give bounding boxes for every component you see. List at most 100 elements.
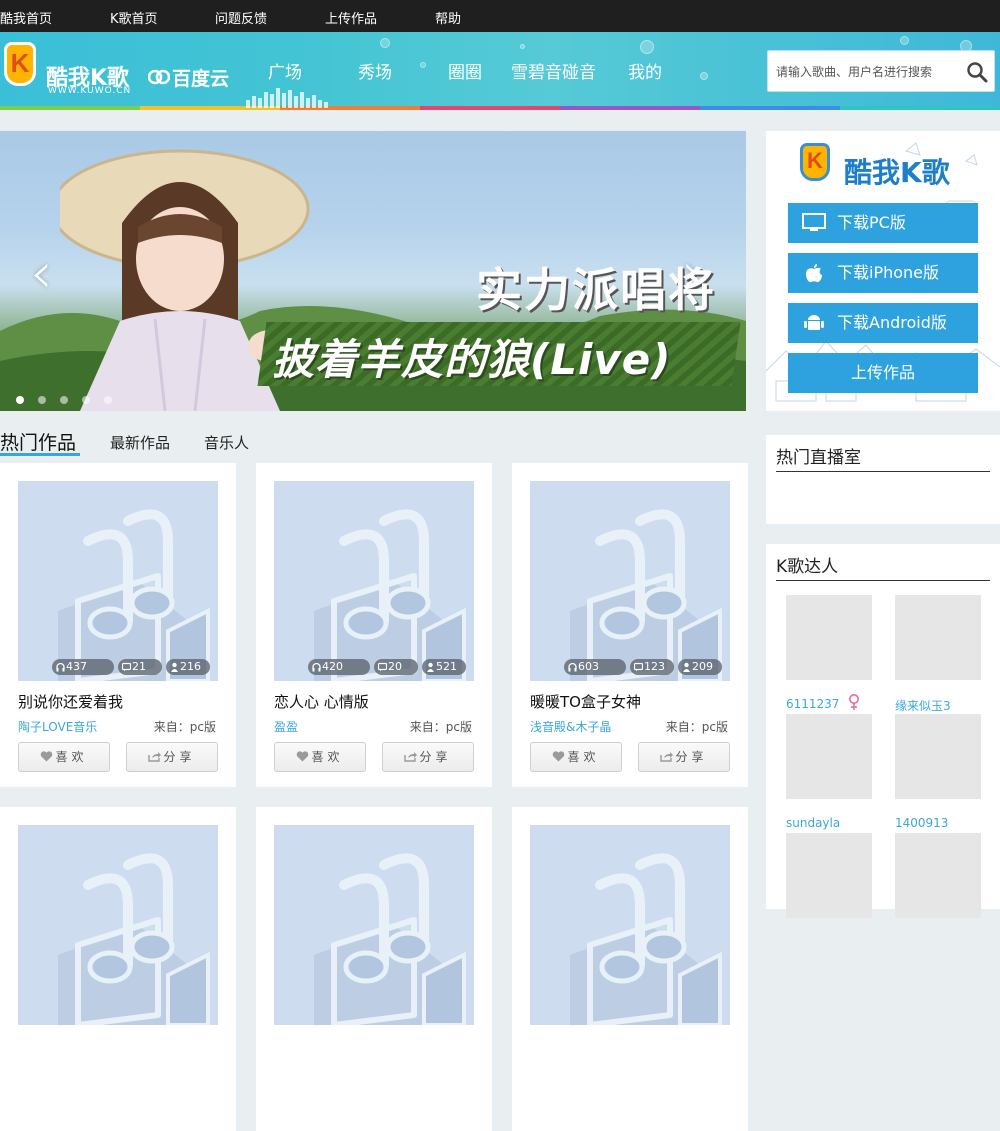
comment-count-badge: 123 <box>630 659 674 675</box>
work-title[interactable]: 恋人心 心情版 <box>274 691 369 712</box>
star-user[interactable]: sundayla <box>786 714 872 830</box>
banner-dot[interactable] <box>38 396 46 404</box>
star-user[interactable]: 6111237 <box>786 595 872 711</box>
avatar[interactable] <box>786 595 872 680</box>
like-label: 喜欢 <box>55 750 88 764</box>
tab-latest-works[interactable]: 最新作品 <box>110 432 170 453</box>
topbar-link-feedback[interactable]: 问题反馈 <box>215 8 267 27</box>
android-icon <box>804 315 824 330</box>
topbar-link-kge-home[interactable]: K歌首页 <box>110 8 158 27</box>
download-android-button[interactable]: 下载Android版 <box>788 303 978 343</box>
share-button[interactable]: 分享 <box>382 742 474 772</box>
share-label: 分享 <box>675 750 708 764</box>
work-cover[interactable] <box>274 481 474 681</box>
work-card[interactable]: 420 20 521 恋人心 心情版 盈盈 来自：pc版 喜欢 分享 <box>256 463 492 787</box>
like-button[interactable]: 喜欢 <box>530 742 622 772</box>
work-author[interactable]: 陶子LOVE音乐 <box>18 718 97 735</box>
banner-title-line2: 披着羊皮的狼(Live) <box>272 335 672 384</box>
top-bar: 酷我首页 K歌首页 问题反馈 上传作品 帮助 <box>0 0 1000 32</box>
star-user[interactable]: 1400913 <box>895 714 981 830</box>
download-iphone-button[interactable]: 下载iPhone版 <box>788 253 978 293</box>
gift-count: 216 <box>180 660 201 673</box>
star-username[interactable]: 缘来似玉3 <box>895 697 951 714</box>
promo-logo-icon: K <box>800 143 830 181</box>
tab-hot-works[interactable]: 热门作品 <box>0 428 76 455</box>
upload-works-label: 上传作品 <box>850 363 915 382</box>
like-label: 喜欢 <box>311 750 344 764</box>
gift-count: 209 <box>692 660 713 673</box>
like-button[interactable]: 喜欢 <box>18 742 110 772</box>
avatar[interactable] <box>786 833 872 918</box>
work-card[interactable]: 437 21 216 别说你还爱着我 陶子LOVE音乐 来自：pc版 喜欢 分享 <box>0 463 236 787</box>
download-android-label: 下载Android版 <box>837 313 947 332</box>
star-username[interactable]: sundayla <box>786 816 840 830</box>
search-input[interactable] <box>774 61 960 83</box>
star-user[interactable] <box>895 833 981 918</box>
avatar[interactable] <box>786 714 872 799</box>
banner-dot[interactable] <box>104 396 112 404</box>
comment-icon <box>634 662 643 672</box>
comment-count-badge: 20 <box>374 659 418 675</box>
download-iphone-label: 下载iPhone版 <box>837 263 940 282</box>
work-cover[interactable] <box>18 825 218 1025</box>
search-icon[interactable] <box>966 61 988 83</box>
gift-icon <box>683 662 690 672</box>
work-card[interactable] <box>512 807 748 1131</box>
work-card[interactable]: 603 123 209 暖暖TO盒子女神 浅音殿&木子晶 来自：pc版 喜欢 分… <box>512 463 748 787</box>
work-title[interactable]: 别说你还爱着我 <box>18 691 123 712</box>
banner-dot[interactable] <box>60 396 68 404</box>
topbar-link-help[interactable]: 帮助 <box>435 8 461 27</box>
tab-musicians[interactable]: 音乐人 <box>204 432 249 453</box>
work-card[interactable] <box>0 807 236 1131</box>
active-tab-indicator <box>0 453 80 456</box>
gift-icon <box>171 662 178 672</box>
banner-dot[interactable] <box>16 396 24 404</box>
avatar[interactable] <box>895 714 981 799</box>
star-user[interactable]: 缘来似玉3 <box>895 595 981 713</box>
nav-guangchang[interactable]: 广场 <box>268 58 302 83</box>
share-icon <box>660 752 674 762</box>
banner-dot[interactable] <box>82 396 90 404</box>
logo-url: WWW.KUWO.CN <box>48 86 132 96</box>
share-icon <box>148 752 162 762</box>
nav-quanquan[interactable]: 圈圈 <box>448 58 482 83</box>
headphones-icon <box>312 662 321 672</box>
topbar-link-kuwo-home[interactable]: 酷我首页 <box>0 8 52 27</box>
star-user[interactable] <box>786 833 872 918</box>
upload-works-button[interactable]: 上传作品 <box>788 353 978 393</box>
music-note-placeholder-icon <box>18 481 218 681</box>
work-cover[interactable] <box>18 481 218 681</box>
work-cover[interactable] <box>530 481 730 681</box>
avatar[interactable] <box>895 833 981 918</box>
heart-icon <box>553 751 565 762</box>
like-button[interactable]: 喜欢 <box>274 742 366 772</box>
work-cover[interactable] <box>530 825 730 1025</box>
apple-icon <box>806 264 822 283</box>
avatar[interactable] <box>895 595 981 680</box>
search-box <box>767 50 995 92</box>
nav-xiuchang[interactable]: 秀场 <box>358 58 392 83</box>
work-source: 来自：pc版 <box>409 720 472 734</box>
comment-count: 21 <box>132 660 146 673</box>
listen-count: 420 <box>322 660 343 673</box>
work-cover[interactable] <box>274 825 474 1025</box>
kuwo-kge-logo-icon[interactable]: K <box>4 42 36 86</box>
work-author[interactable]: 浅音殿&木子晶 <box>530 718 611 735</box>
listen-count-badge: 437 <box>52 659 114 675</box>
share-button[interactable]: 分享 <box>126 742 218 772</box>
nav-mine[interactable]: 我的 <box>628 58 662 83</box>
topbar-link-upload[interactable]: 上传作品 <box>325 8 377 27</box>
star-username[interactable]: 1400913 <box>895 816 948 830</box>
music-note-placeholder-icon <box>18 825 218 1025</box>
work-title[interactable]: 暖暖TO盒子女神 <box>530 691 641 712</box>
panel-divider <box>776 471 990 472</box>
download-pc-label: 下载PC版 <box>837 213 906 232</box>
share-button[interactable]: 分享 <box>638 742 730 772</box>
nav-sprite-event[interactable]: 雪碧音碰音 <box>511 58 596 83</box>
work-card[interactable] <box>256 807 492 1131</box>
banner-prev-arrow-icon[interactable]: ‹ <box>30 246 52 302</box>
gift-count-badge: 209 <box>678 659 722 675</box>
download-pc-button[interactable]: 下载PC版 <box>788 203 978 243</box>
work-author[interactable]: 盈盈 <box>274 718 298 735</box>
star-username[interactable]: 6111237 <box>786 697 839 711</box>
